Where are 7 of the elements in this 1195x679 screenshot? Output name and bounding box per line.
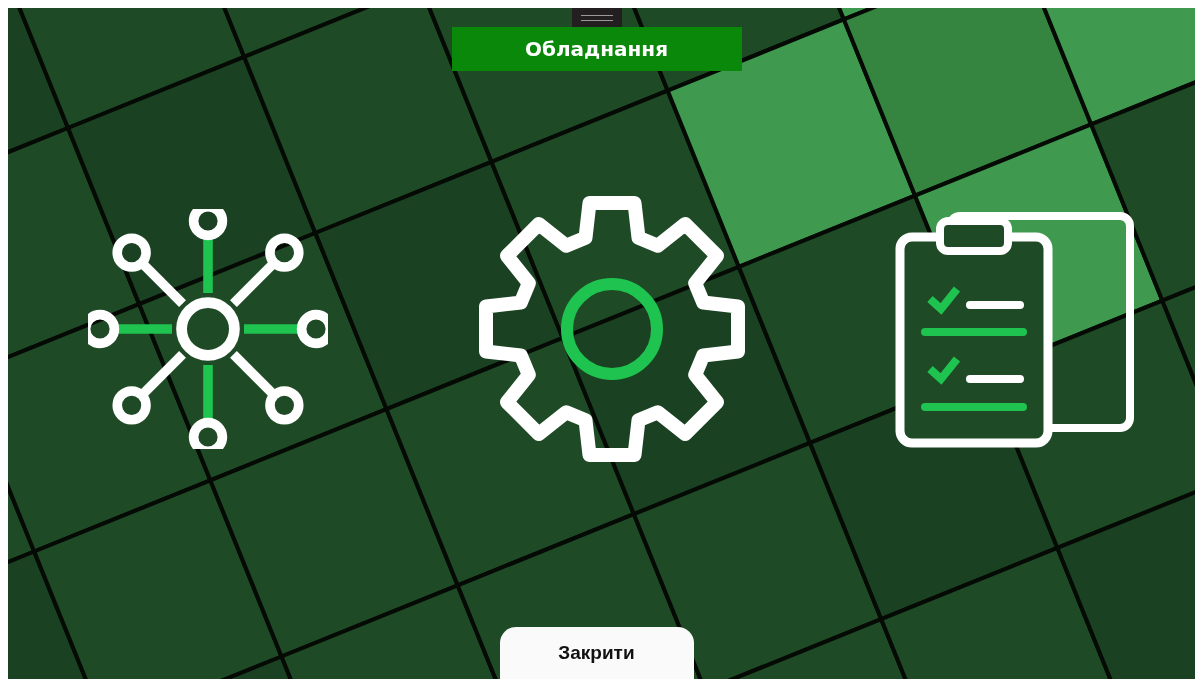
clipboard-icon bbox=[895, 209, 1135, 449]
network-tile[interactable] bbox=[88, 209, 328, 449]
network-icon bbox=[88, 209, 328, 449]
window-title: Обладнання bbox=[451, 27, 742, 71]
close-button[interactable]: Закрити bbox=[499, 627, 694, 679]
drag-handle[interactable] bbox=[571, 8, 622, 27]
checklist-tile[interactable] bbox=[895, 209, 1135, 449]
